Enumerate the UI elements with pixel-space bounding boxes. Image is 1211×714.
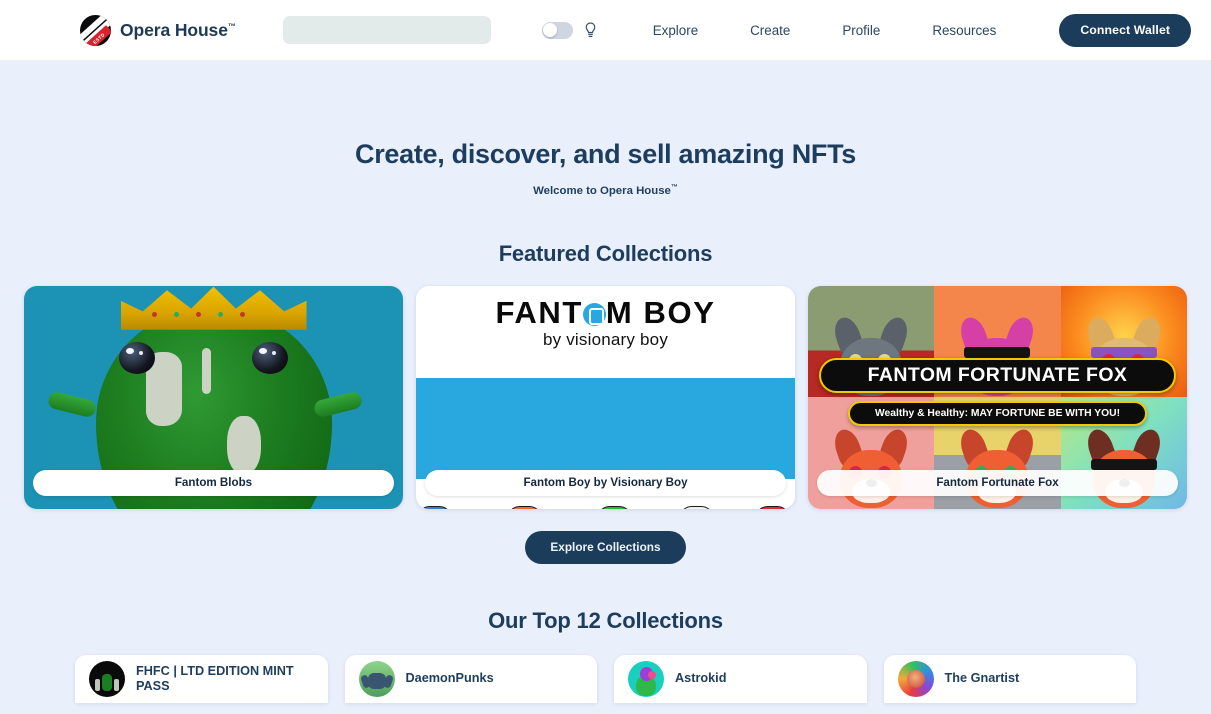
- theme-toggle-switch[interactable]: [541, 21, 573, 39]
- fantom-boy-art-title: FANT M BOY: [416, 295, 795, 331]
- featured-collections-heading: Featured Collections: [498, 240, 713, 266]
- search-input[interactable]: [282, 16, 491, 44]
- top12-collections-row: FHFC | LTD EDITION MINT PASS DaemonPunks…: [0, 654, 1211, 703]
- explore-collections-button[interactable]: Explore Collections: [525, 530, 686, 564]
- collection-avatar: [89, 660, 125, 697]
- collection-avatar: [628, 660, 664, 697]
- top12-collections-heading: Our Top 12 Collections: [488, 607, 723, 633]
- top12-card-daemonpunks[interactable]: DaemonPunks: [344, 654, 597, 703]
- collection-avatar: [897, 660, 934, 697]
- featured-card-fantom-blobs[interactable]: Fantom Blobs: [24, 285, 403, 509]
- brand-name: Opera House™: [120, 20, 236, 41]
- page-title: Create, discover, and sell amazing NFTs: [355, 139, 856, 169]
- fantom-boy-art-subtitle: by visionary boy: [542, 329, 669, 349]
- top12-card-label: Astrokid: [675, 671, 727, 686]
- top12-card-label: FHFC | LTD EDITION MINT PASS: [136, 663, 294, 693]
- opera-house-logo-icon: ESTD: [80, 14, 111, 46]
- brand-name-text: Opera House: [120, 19, 228, 40]
- featured-card-fantom-boy[interactable]: FANT M BOY by visionary boy Fantom Boy b…: [416, 285, 795, 509]
- top12-card-fhfc[interactable]: FHFC | LTD EDITION MINT PASS: [75, 654, 328, 703]
- main-navigation: Explore Create Profile Resources: [653, 23, 997, 38]
- top12-card-label: The Gnartist: [944, 671, 1020, 686]
- hero-subtitle: Welcome to Opera House™: [0, 184, 1211, 197]
- site-header: ESTD Opera House™ Explore Create Profile…: [0, 0, 1211, 61]
- featured-card-fantom-fortunate-fox[interactable]: FANTOM FORTUNATE FOX Wealthy & Healthy: …: [808, 285, 1187, 509]
- brand-trademark: ™: [227, 21, 236, 31]
- fox-art-banner: FANTOM FORTUNATE FOX: [819, 357, 1176, 393]
- hero-section: Create, discover, and sell amazing NFTs …: [0, 61, 1211, 197]
- art-title-left: FANT: [495, 294, 583, 330]
- lightbulb-icon[interactable]: [584, 21, 597, 39]
- featured-card-label: Fantom Blobs: [33, 469, 394, 496]
- page-body: Create, discover, and sell amazing NFTs …: [0, 61, 1211, 703]
- collection-avatar: [358, 660, 395, 697]
- theme-toggle-knob: [543, 23, 558, 37]
- featured-card-label: Fantom Fortunate Fox: [817, 469, 1178, 496]
- nav-item-profile[interactable]: Profile: [842, 23, 880, 38]
- top12-card-label: DaemonPunks: [405, 671, 494, 686]
- explore-collections-row: Explore Collections: [0, 530, 1211, 564]
- nav-item-create[interactable]: Create: [750, 23, 790, 38]
- featured-card-label: Fantom Boy by Visionary Boy: [425, 469, 786, 496]
- featured-collections-row: Fantom Blobs FANT M BOY by visionary boy: [0, 285, 1211, 509]
- hero-subtitle-text: Welcome to Opera House: [533, 184, 671, 197]
- connect-wallet-button[interactable]: Connect Wallet: [1059, 13, 1192, 47]
- top12-card-the-gnartist[interactable]: The Gnartist: [883, 654, 1136, 703]
- nav-item-explore[interactable]: Explore: [653, 23, 698, 38]
- top12-card-astrokid[interactable]: Astrokid: [614, 654, 867, 703]
- hero-subtitle-tm: ™: [670, 184, 678, 191]
- art-title-right: M BOY: [605, 294, 716, 330]
- theme-toggle-group: [541, 21, 597, 39]
- brand-logo-link[interactable]: ESTD Opera House™: [80, 14, 236, 46]
- fox-art-tagline: Wealthy & Healthy: MAY FORTUNE BE WITH Y…: [848, 400, 1147, 426]
- nav-item-resources[interactable]: Resources: [932, 23, 996, 38]
